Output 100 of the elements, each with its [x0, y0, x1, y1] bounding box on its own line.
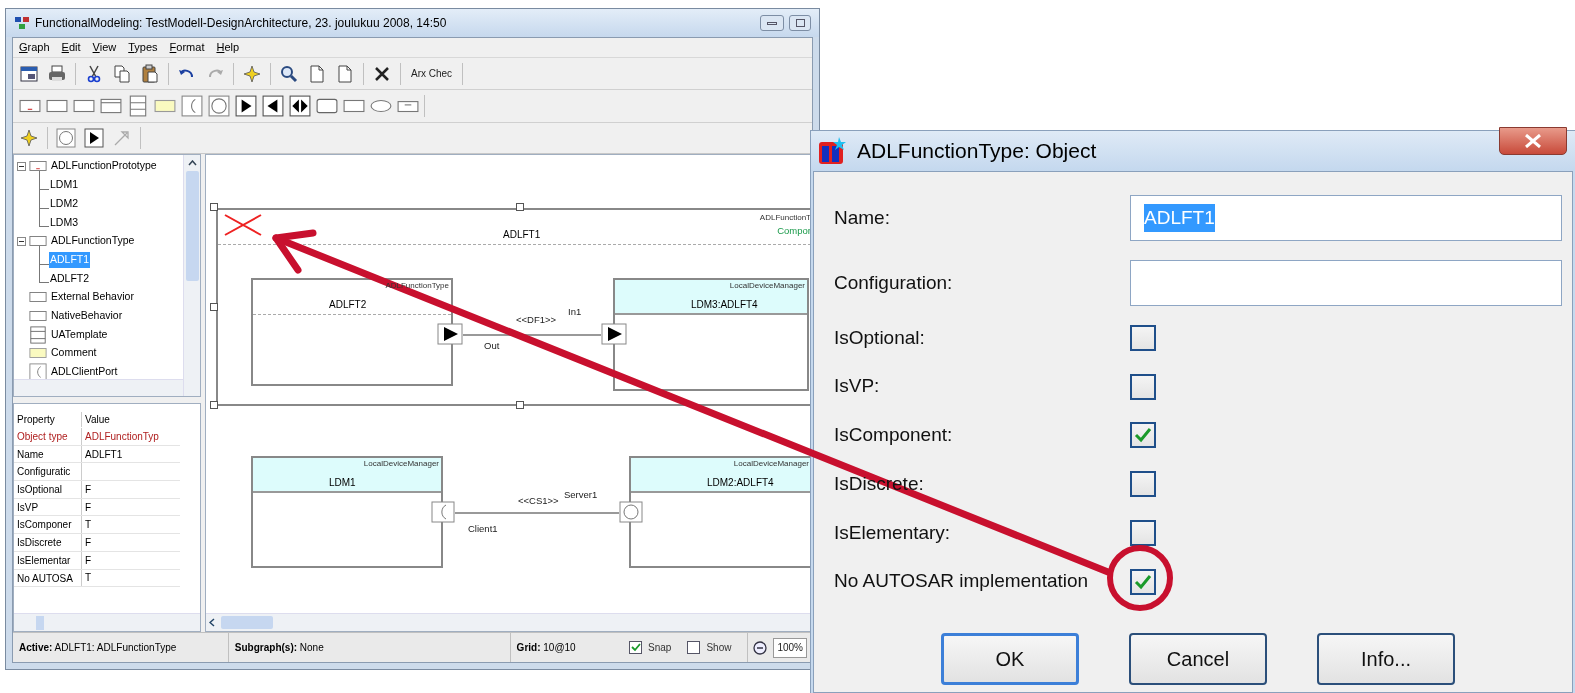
- check-icon: [630, 643, 641, 652]
- app-icon: [817, 136, 847, 166]
- template-icon: [28, 325, 48, 344]
- close-button[interactable]: [1499, 127, 1567, 155]
- tree-item[interactable]: UATemplate: [50, 326, 109, 343]
- node-name: LDM2:ADLFT4: [707, 476, 774, 490]
- menu-item[interactable]: Graph: [19, 39, 50, 56]
- scroll-up-icon[interactable]: [187, 160, 197, 166]
- property-name: IsElementar: [14, 551, 82, 569]
- connector-label: <<CS1>>: [518, 494, 559, 508]
- port-label: In1: [568, 305, 582, 319]
- play-icon[interactable]: [235, 95, 257, 117]
- column-header: Value: [84, 412, 111, 427]
- checkbox[interactable]: [1130, 568, 1156, 595]
- horizontal-scrollbar[interactable]: [206, 613, 811, 631]
- checkbox[interactable]: [1130, 519, 1156, 546]
- toolbar-button[interactable]: Arx Chec: [409, 66, 455, 81]
- dialog-button[interactable]: OK: [941, 633, 1079, 685]
- checkbox[interactable]: [687, 641, 701, 654]
- circle-port-icon[interactable]: [56, 128, 76, 148]
- menu-item[interactable]: Types: [128, 39, 158, 56]
- collapse-toggle-icon[interactable]: [17, 161, 26, 171]
- node-name: ADLFT2: [329, 298, 367, 312]
- menu-item[interactable]: View: [92, 39, 117, 56]
- column-header: Property: [14, 411, 82, 427]
- field-label: Name:: [834, 206, 890, 228]
- search-icon[interactable]: [279, 63, 299, 84]
- tree-item[interactable]: ADLClientPort: [50, 364, 119, 380]
- property-name: Configuratic: [14, 463, 82, 481]
- property-name: Name: [14, 445, 82, 463]
- port-label: Client1: [468, 522, 498, 536]
- reverse-icon[interactable]: [262, 95, 284, 117]
- check-icon: [1134, 427, 1152, 444]
- vertical-scrollbar[interactable]: [183, 155, 200, 396]
- resize-handle[interactable]: [516, 203, 524, 211]
- horizontal-scrollbar[interactable]: [14, 613, 200, 631]
- checkbox[interactable]: [1130, 471, 1156, 498]
- type-label: LocalDeviceManager: [729, 280, 805, 292]
- collapse-toggle-icon[interactable]: [17, 236, 26, 246]
- page-icon[interactable]: [335, 63, 355, 84]
- property-value: T: [84, 571, 93, 586]
- print-icon[interactable]: [47, 63, 67, 84]
- menu-item[interactable]: Help: [216, 39, 240, 56]
- highlight-circle: [1107, 545, 1173, 611]
- copy-icon[interactable]: [112, 63, 132, 84]
- tree-item[interactable]: Comment: [50, 345, 98, 362]
- checkbox[interactable]: [629, 641, 643, 654]
- menu-item[interactable]: Format: [169, 39, 205, 56]
- property-value: F: [84, 535, 93, 550]
- tree-item[interactable]: LDM1: [49, 177, 79, 193]
- tree-item[interactable]: NativeBehavior: [50, 307, 124, 324]
- scroll-thumb[interactable]: [221, 616, 273, 629]
- scroll-left-icon[interactable]: [209, 618, 215, 627]
- checkbox[interactable]: [1130, 373, 1156, 400]
- window-icon[interactable]: [19, 63, 39, 84]
- checkbox-label: Show: [706, 641, 732, 655]
- tree-item[interactable]: External Behavior: [50, 289, 135, 306]
- sparkle-icon[interactable]: [242, 63, 262, 84]
- node-name: LDM1: [329, 476, 356, 490]
- checkbox[interactable]: [1130, 325, 1156, 351]
- tree-item[interactable]: ADLFunctionPrototype: [50, 158, 158, 175]
- property-value: T: [84, 518, 93, 533]
- property-name: Object type: [14, 428, 82, 445]
- status-text: Grid: 10@10: [516, 641, 576, 655]
- circle-port-icon[interactable]: [208, 95, 230, 117]
- property-value: F: [84, 553, 93, 568]
- checkbox-label: No AUTOSAR implementation: [834, 570, 1089, 592]
- type-label: LocalDeviceManager: [363, 458, 439, 470]
- resize-handle[interactable]: [210, 203, 218, 211]
- sparkle-icon[interactable]: [19, 128, 39, 148]
- page-icon[interactable]: [307, 63, 327, 84]
- port-label: Out: [484, 339, 500, 353]
- checkbox[interactable]: [1130, 422, 1156, 449]
- dialog-button[interactable]: Info...: [1317, 633, 1455, 685]
- maximize-button[interactable]: [789, 15, 811, 31]
- tree-item[interactable]: ADLFT2: [49, 270, 91, 287]
- property-name: IsComponer: [14, 516, 82, 534]
- node-name: ADLFT1: [503, 228, 541, 242]
- dialog-button[interactable]: Cancel: [1129, 633, 1267, 685]
- minimize-button[interactable]: [760, 15, 784, 31]
- resize-handle[interactable]: [210, 401, 218, 409]
- tree-item[interactable]: LDM2: [49, 195, 79, 212]
- window-title: FunctionalModeling: TestModell-DesignArchitecture, 23. joulukuu 2008, 14:50: [35, 15, 447, 32]
- split-rectangle-icon[interactable]: [127, 95, 149, 117]
- resize-handle[interactable]: [516, 401, 524, 409]
- horizontal-scrollbar[interactable]: [14, 379, 183, 396]
- property-value: F: [84, 500, 93, 515]
- tree-item[interactable]: ADLFunctionType: [50, 233, 136, 249]
- zoom-out-icon[interactable]: [753, 640, 768, 655]
- property-value: ADLFT1: [84, 447, 124, 462]
- menu-item[interactable]: Edit: [61, 39, 81, 56]
- paste-icon[interactable]: [140, 63, 160, 84]
- zoom-field[interactable]: 100%: [773, 637, 807, 658]
- text-field[interactable]: [1130, 260, 1562, 306]
- play-icon[interactable]: [84, 128, 104, 148]
- stereotype-label: Compor: [777, 224, 811, 238]
- type-label: ADLFunctionT: [759, 212, 811, 224]
- client-port-icon[interactable]: [181, 95, 203, 117]
- resize-handle[interactable]: [210, 303, 218, 311]
- tree-item[interactable]: LDM3: [49, 214, 79, 231]
